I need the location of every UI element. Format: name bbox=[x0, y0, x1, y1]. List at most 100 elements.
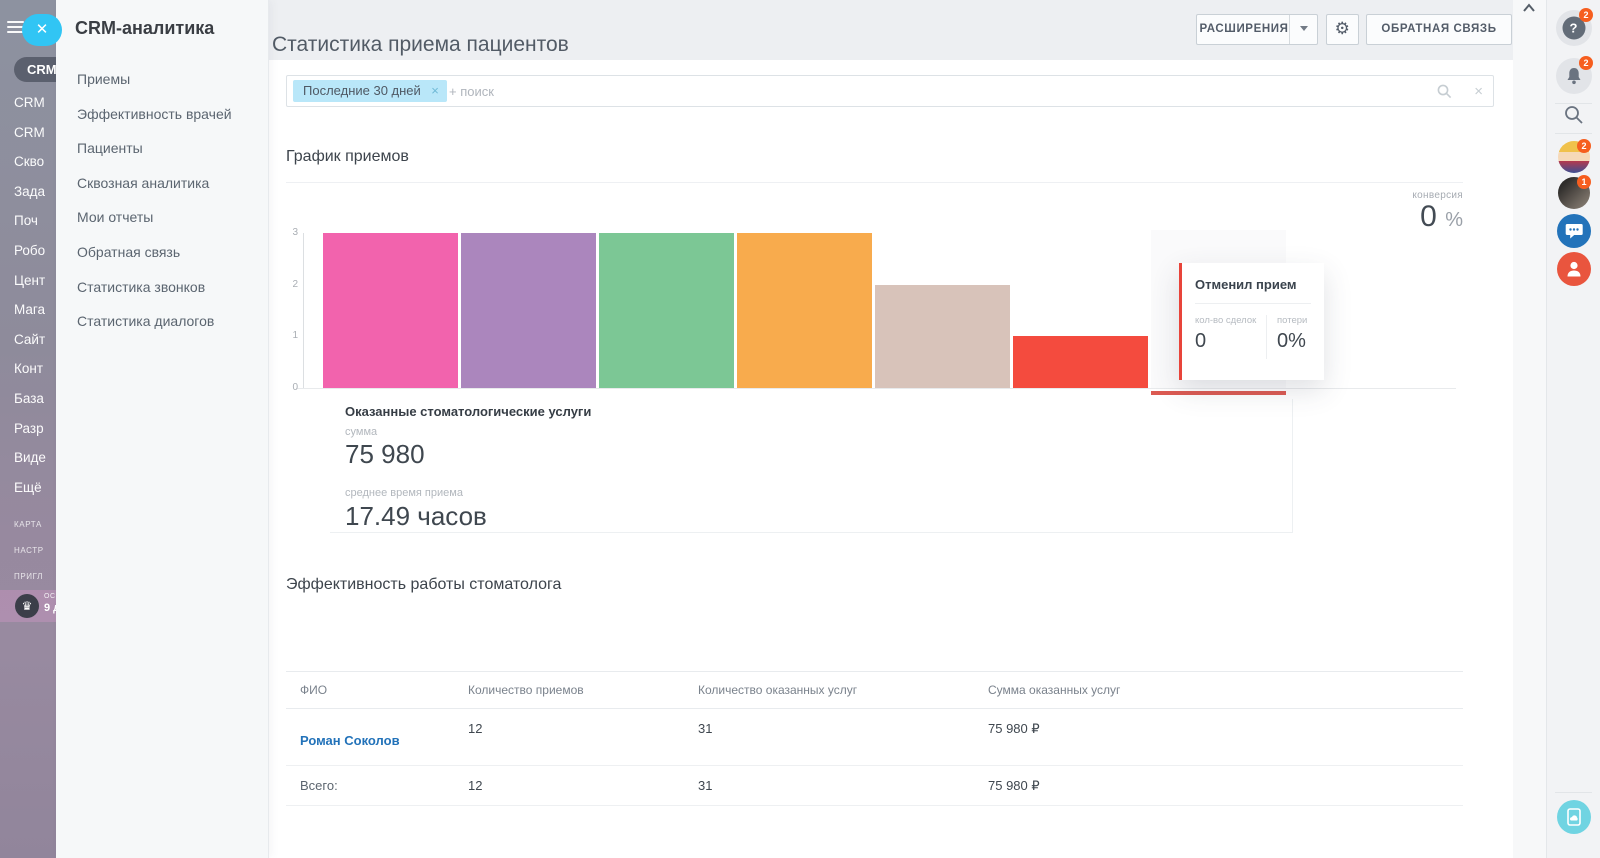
filter-tag-last-30-days[interactable]: Последние 30 дней × bbox=[293, 80, 447, 102]
sidebar-item-14[interactable]: Ещё bbox=[14, 473, 57, 503]
avatar1-badge: 2 bbox=[1577, 139, 1591, 153]
group-chat-button[interactable] bbox=[1557, 214, 1591, 248]
chart-bar-4[interactable] bbox=[737, 233, 872, 388]
notifications-badge: 2 bbox=[1579, 56, 1593, 70]
menu-item-6[interactable]: Обратная связь bbox=[77, 235, 260, 270]
settings-button[interactable]: ⚙ bbox=[1326, 14, 1359, 45]
dentist-efficiency-table: ФИОКоличество приемовКоличество оказанны… bbox=[286, 671, 1463, 806]
x-axis-line bbox=[296, 388, 1456, 389]
sidebar-footer-item-1[interactable]: КАРТА bbox=[14, 512, 57, 538]
menu-item-4[interactable]: Сквозная аналитика bbox=[77, 166, 260, 201]
total-label: Всего: bbox=[300, 778, 338, 793]
search-icon[interactable] bbox=[1437, 84, 1452, 99]
chart-bar-3[interactable] bbox=[599, 233, 734, 388]
extensions-button-label: РАСШИРЕНИЯ bbox=[1197, 15, 1291, 44]
y-axis-tick-0: 0 bbox=[286, 382, 298, 393]
sidebar-item-3[interactable]: Скво bbox=[14, 147, 57, 177]
flyout-title: CRM-аналитика bbox=[75, 18, 214, 39]
tooltip-deals-value: 0 bbox=[1195, 330, 1263, 353]
crown-icon: ♛ bbox=[15, 594, 39, 618]
total-cell: 75 980 ₽ bbox=[988, 778, 1040, 794]
flyout-nav: ПриемыЭффективность врачейПациентыСквозн… bbox=[77, 62, 260, 339]
sidebar-item-9[interactable]: Сайт bbox=[14, 325, 57, 355]
search-filter-bar[interactable]: Последние 30 дней × + поиск × bbox=[286, 75, 1494, 107]
table-header-row: ФИОКоличество приемовКоличество оказанны… bbox=[286, 671, 1463, 709]
sidebar-item-12[interactable]: Разр bbox=[14, 414, 57, 444]
close-menu-button[interactable]: ✕ bbox=[22, 14, 62, 46]
feedback-button[interactable]: ОБРАТНАЯ СВЯЗЬ bbox=[1366, 14, 1512, 45]
tooltip-vertical-divider bbox=[1266, 315, 1267, 359]
sidebar-item-5[interactable]: Поч bbox=[14, 206, 57, 236]
sidebar-item-7[interactable]: Цент bbox=[14, 266, 57, 296]
sidebar-item-10[interactable]: Конт bbox=[14, 354, 57, 384]
rail-search-button[interactable] bbox=[1564, 105, 1584, 125]
search-icon bbox=[1564, 105, 1584, 125]
chart-bar-6[interactable] bbox=[1013, 336, 1148, 388]
sidebar-item-8[interactable]: Мага bbox=[14, 295, 57, 325]
right-toolbar: ? 2 2 2 1 bbox=[1547, 0, 1600, 858]
filter-tag-label: Последние 30 дней bbox=[303, 83, 421, 98]
scrollbar-gutter[interactable] bbox=[1513, 0, 1547, 858]
chart-bar-7-Отменил прием[interactable] bbox=[1151, 391, 1286, 395]
y-axis-tick-2: 2 bbox=[286, 279, 298, 290]
y-axis-line bbox=[303, 233, 304, 389]
tooltip-divider bbox=[1195, 303, 1311, 304]
menu-item-2[interactable]: Эффективность врачей bbox=[77, 97, 260, 132]
menu-item-1[interactable]: Приемы bbox=[77, 62, 260, 97]
chart-bar-5[interactable] bbox=[875, 285, 1010, 388]
sidebar-item-13[interactable]: Виде bbox=[14, 443, 57, 473]
table-col-header-4: Сумма оказанных услуг bbox=[988, 672, 1120, 708]
table-row: Роман Соколов123175 980 ₽ bbox=[286, 709, 1463, 766]
rail-divider bbox=[1555, 792, 1592, 793]
table-col-header-3: Количество оказанных услуг bbox=[698, 672, 857, 708]
menu-item-8[interactable]: Статистика диалогов bbox=[77, 304, 260, 339]
sidebar-item-4[interactable]: Зада bbox=[14, 177, 57, 207]
mobile-device-icon bbox=[1567, 808, 1581, 826]
avg-time-label: среднее время приема bbox=[345, 487, 463, 499]
mobile-app-button[interactable] bbox=[1557, 800, 1591, 834]
tooltip-title: Отменил прием bbox=[1195, 277, 1297, 292]
sidebar-license-item[interactable]: ♛ ОС 9 д bbox=[0, 590, 57, 622]
sum-label: сумма bbox=[345, 426, 377, 438]
clear-search-icon[interactable]: × bbox=[1474, 83, 1483, 100]
chart-bar-2[interactable] bbox=[461, 233, 596, 388]
gear-icon: ⚙ bbox=[1335, 19, 1351, 39]
chart-tooltip: Отменил прием кол-во сделок 0 потери 0% bbox=[1179, 263, 1324, 380]
sidebar-item-11[interactable]: База bbox=[14, 384, 57, 414]
profile-button[interactable] bbox=[1557, 252, 1591, 286]
sidebar-item-2[interactable]: CRM bbox=[14, 118, 57, 148]
section-divider bbox=[286, 182, 1463, 183]
table-total-row: Всего:123175 980 ₽ bbox=[286, 766, 1463, 806]
sidebar-footer-item-2[interactable]: НАСТР bbox=[14, 538, 57, 564]
sidebar-item-1[interactable]: CRM bbox=[14, 88, 57, 118]
help-badge: 2 bbox=[1579, 8, 1593, 22]
sidebar-footer-items: КАРТАНАСТРПРИГЛ bbox=[14, 512, 57, 590]
rail-divider bbox=[1555, 133, 1592, 134]
y-axis-tick-3: 3 bbox=[286, 227, 298, 238]
doctor-name-link[interactable]: Роман Соколов bbox=[300, 733, 400, 748]
chart-bar-1[interactable] bbox=[323, 233, 458, 388]
menu-item-7[interactable]: Статистика звонков bbox=[77, 270, 260, 305]
chart-section-heading: График приемов bbox=[286, 148, 409, 166]
extensions-dropdown-toggle[interactable] bbox=[1289, 15, 1317, 44]
extensions-button[interactable]: РАСШИРЕНИЯ bbox=[1196, 14, 1318, 45]
menu-item-3[interactable]: Пациенты bbox=[77, 131, 260, 166]
sidebar-items: CRMCRMСквоЗадаПочРобоЦентМагаСайтКонтБаз… bbox=[14, 88, 57, 502]
total-cell: 12 bbox=[468, 778, 482, 793]
sidebar-item-6[interactable]: Робо bbox=[14, 236, 57, 266]
sidebar-footer-item-3[interactable]: ПРИГЛ bbox=[14, 564, 57, 590]
page-title: Статистика приема пациентов bbox=[272, 33, 569, 57]
avatar2-badge: 1 bbox=[1577, 175, 1591, 189]
table-cell: 31 bbox=[698, 721, 712, 736]
stage-details-panel: Оказанные стоматологические услуги сумма… bbox=[330, 399, 1293, 533]
scroll-to-top-icon[interactable] bbox=[1522, 2, 1536, 14]
chevron-down-icon bbox=[1300, 26, 1308, 31]
crm-analytics-flyout: CRM-аналитика ПриемыЭффективность врачей… bbox=[56, 0, 269, 858]
menu-item-5[interactable]: Мои отчеты bbox=[77, 200, 260, 235]
y-axis-tick-1: 1 bbox=[286, 330, 298, 341]
table-cell: 12 bbox=[468, 721, 482, 736]
sidebar-item-crm-active[interactable]: CRM bbox=[14, 57, 57, 82]
app-window: CRM CRMCRMСквоЗадаПочРобоЦентМагаСайтКон… bbox=[0, 0, 1600, 858]
avg-time-value: 17.49 часов bbox=[345, 501, 487, 532]
remove-filter-icon[interactable]: × bbox=[431, 80, 439, 102]
